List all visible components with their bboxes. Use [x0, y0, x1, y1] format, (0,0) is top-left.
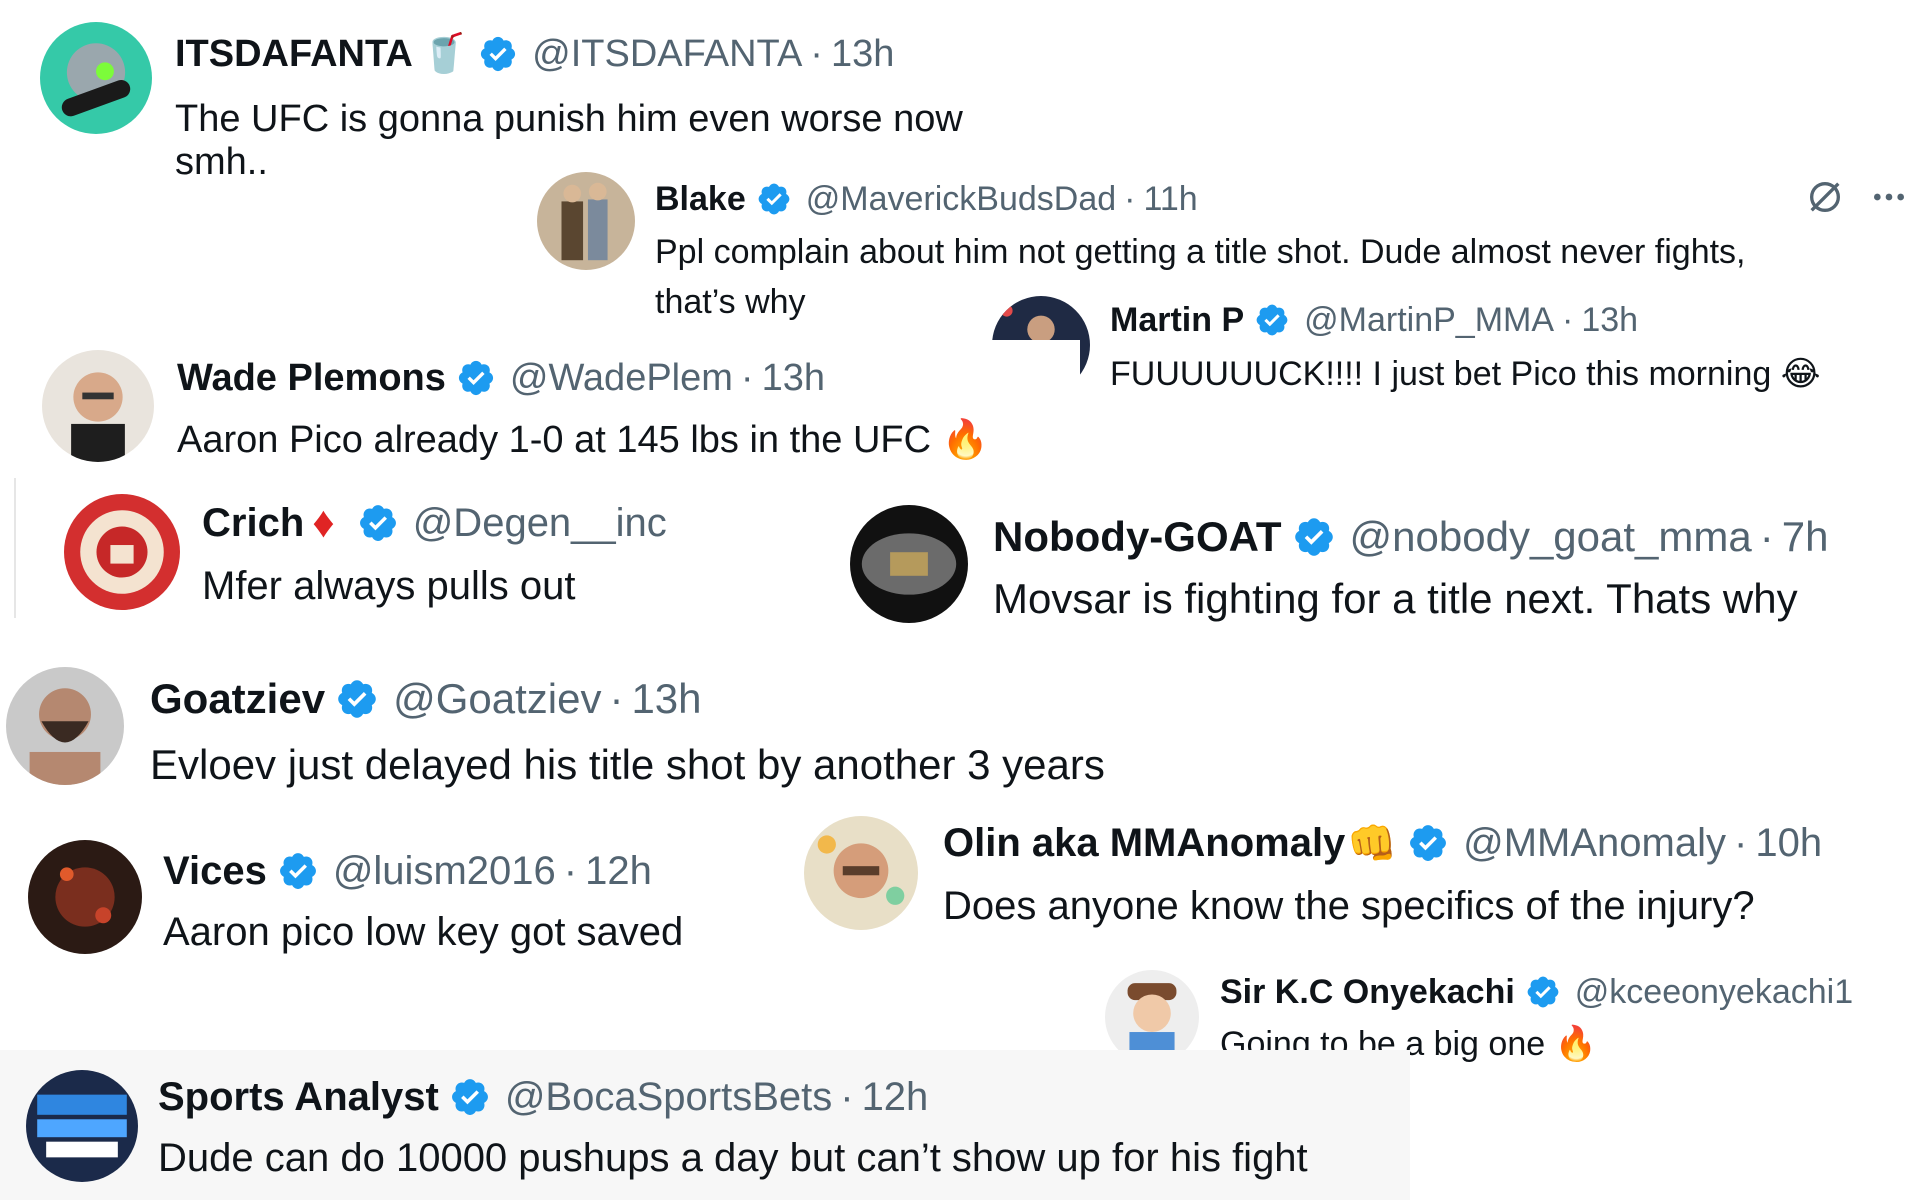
separator: ·	[740, 356, 754, 399]
drink-emoji: 🥤	[420, 33, 469, 75]
avatar[interactable]	[537, 172, 635, 270]
verified-badge-icon	[449, 1076, 491, 1118]
avatar[interactable]	[850, 505, 968, 623]
verified-badge-icon	[1407, 822, 1449, 864]
handle[interactable]: @luism2016	[333, 849, 556, 894]
tweet-text: Movsar is fighting for a title next. Tha…	[993, 575, 1798, 622]
display-name[interactable]: Sir K.C Onyekachi	[1220, 973, 1515, 1012]
avatar[interactable]	[6, 667, 124, 785]
fist-emoji: 👊	[1347, 821, 1398, 866]
tweet-vices[interactable]: Vices @luism2016 · 12h Aaron pico low ke…	[20, 830, 780, 970]
tweet-wade-plemons[interactable]: Wade Plemons @WadePlem · 13h Aaron Pico …	[30, 340, 1080, 470]
handle[interactable]: @BocaSportsBets	[505, 1075, 832, 1120]
verified-badge-icon	[756, 181, 792, 217]
timestamp[interactable]: 13h	[762, 357, 825, 400]
handle[interactable]: @MartinP_MMA	[1304, 301, 1554, 340]
display-name[interactable]: Vices	[163, 849, 267, 894]
display-name[interactable]: Olin aka MMAnomaly	[943, 821, 1345, 866]
handle[interactable]: @Goatziev	[393, 675, 601, 723]
separator: ·	[1734, 820, 1748, 865]
tweet-text: Evloev just delayed his title shot by an…	[150, 741, 1105, 788]
timestamp[interactable]: 12h	[862, 1075, 929, 1120]
avatar[interactable]	[42, 350, 154, 462]
timestamp[interactable]: 7h	[1782, 513, 1829, 561]
separator: ·	[810, 32, 823, 75]
grok-icon[interactable]	[1805, 177, 1845, 222]
display-name[interactable]: Nobody-GOAT	[993, 513, 1282, 561]
timestamp[interactable]: 13h	[631, 675, 701, 723]
display-name[interactable]: Crich	[202, 501, 304, 546]
timestamp[interactable]: 11h	[1143, 180, 1197, 219]
tweet-text: Aaron pico low key got saved	[163, 910, 684, 954]
display-name[interactable]: Martin P	[1110, 301, 1244, 340]
display-name[interactable]: ITSDAFANTA	[175, 33, 413, 76]
avatar[interactable]	[28, 840, 142, 954]
verified-badge-icon	[357, 502, 399, 544]
handle[interactable]: @WadePlem	[510, 357, 733, 400]
verified-badge-icon	[335, 677, 379, 721]
verified-badge-icon	[1525, 974, 1561, 1010]
display-name[interactable]: Blake	[655, 180, 746, 219]
tweet-text: FUUUUUUCK!!!! I just bet Pico this morni…	[1110, 355, 1772, 393]
avatar[interactable]	[64, 494, 180, 610]
handle[interactable]: @MaverickBudsDad	[806, 180, 1116, 219]
handle[interactable]: @kceeonyekachi1	[1575, 973, 1853, 1012]
timestamp[interactable]: 13h	[1581, 301, 1638, 340]
handle[interactable]: @Degen__inc	[413, 501, 667, 546]
tweet-olin[interactable]: Olin aka MMAnomaly 👊 @MMAnomaly · 10h Do…	[800, 810, 1915, 950]
separator: ·	[840, 1074, 854, 1119]
tweet-text: Dude can do 10000 pushups a day but can’…	[158, 1136, 1308, 1180]
tweet-crich[interactable]: Crich ♦ @Degen__inc Mfer always pulls ou…	[14, 478, 836, 618]
avatar[interactable]	[40, 22, 152, 134]
separator: ·	[1124, 179, 1136, 218]
tweet-text: Aaron Pico already 1-0 at 145 lbs in the…	[177, 419, 932, 461]
tweet-sports-analyst[interactable]: Sports Analyst @BocaSportsBets · 12h Dud…	[0, 1050, 1410, 1200]
verified-badge-icon	[277, 850, 319, 892]
tweet-text: Mfer always pulls out	[202, 564, 576, 608]
separator: ·	[1759, 513, 1774, 560]
display-name[interactable]: Sports Analyst	[158, 1075, 439, 1120]
handle[interactable]: @ITSDAFANTA	[532, 33, 802, 76]
tweet-martin-p[interactable]: Martin P @MartinP_MMA · 13h FUUUUUUCK!!!…	[990, 290, 1915, 410]
avatar[interactable]	[26, 1070, 138, 1182]
tweet-text: Does anyone know the specifics of the in…	[943, 884, 1755, 928]
timestamp[interactable]: 10h	[1755, 821, 1822, 866]
avatar[interactable]	[804, 816, 918, 930]
fire-emoji: 🔥	[941, 419, 989, 461]
fire-emoji: 🔥	[1554, 1025, 1597, 1063]
more-icon[interactable]	[1869, 177, 1909, 222]
timestamp[interactable]: 12h	[585, 849, 652, 894]
laughing-emoji: 😂	[1780, 355, 1821, 393]
separator: ·	[1562, 300, 1574, 339]
verified-badge-icon	[1254, 302, 1290, 338]
separator: ·	[609, 675, 624, 722]
verified-badge-icon	[1292, 515, 1336, 559]
timestamp[interactable]: 13h	[831, 33, 894, 76]
tweet-itsdafanta[interactable]: ITSDAFANTA 🥤 @ITSDAFANTA · 13h The UFC i…	[30, 10, 1030, 183]
tweet-nobody-goat[interactable]: Nobody-GOAT @nobody_goat_mma · 7h Movsar…	[850, 495, 1915, 635]
verified-badge-icon	[456, 358, 496, 398]
separator: ·	[563, 848, 578, 893]
diamond-emoji: ♦	[312, 498, 335, 547]
verified-badge-icon	[478, 34, 518, 74]
handle[interactable]: @nobody_goat_mma	[1350, 513, 1752, 561]
handle[interactable]: @MMAnomaly	[1463, 821, 1726, 866]
display-name[interactable]: Goatziev	[150, 675, 325, 723]
tweet-goatziev[interactable]: Goatziev @Goatziev · 13h Evloev just del…	[0, 655, 1250, 795]
display-name[interactable]: Wade Plemons	[177, 357, 446, 400]
